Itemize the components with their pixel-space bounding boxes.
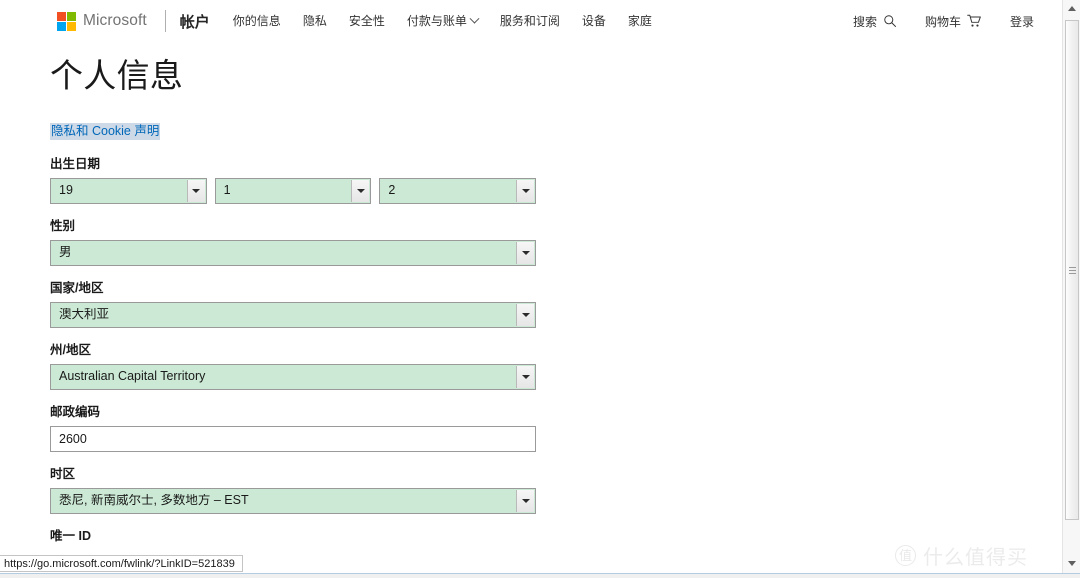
timezone-value: 悉尼, 新南威尔士, 多数地方 – EST: [59, 494, 249, 507]
timezone-select[interactable]: 悉尼, 新南威尔士, 多数地方 – EST: [50, 487, 536, 514]
nav-item-label: 家庭: [627, 14, 652, 28]
triangle-up-icon: [1067, 6, 1076, 11]
primary-nav: 帐户 你的信息 隐私 安全性 付款与账单 服务和订阅 设备 家庭: [180, 11, 663, 32]
cart-button[interactable]: 购物车: [911, 13, 996, 30]
gender-select[interactable]: 男: [50, 239, 536, 266]
triangle-down-icon: [1067, 561, 1076, 566]
gender-label: 性别: [50, 218, 76, 233]
chevron-down-icon[interactable]: [351, 179, 370, 202]
scroll-down-button[interactable]: [1063, 555, 1080, 572]
header-utility-nav: 搜索 购物车 登录: [839, 13, 1048, 30]
page-content-area: Microsoft 帐户 你的信息 隐私 安全性 付款与账单 服务和订阅 设备 …: [0, 0, 1062, 578]
nav-item-payment-billing[interactable]: 付款与账单: [396, 13, 489, 28]
nav-item-label: 隐私: [302, 14, 327, 28]
birth-day-select[interactable]: 2: [379, 177, 537, 204]
search-button[interactable]: 搜索: [839, 13, 911, 30]
nav-item-label: 安全性: [348, 14, 385, 28]
birth-month-select[interactable]: 1: [214, 177, 372, 204]
main-content: 个人信息 隐私和 Cookie 声明 出生日期 19 1 2 性别 男 国家/地…: [0, 42, 1062, 578]
microsoft-logo-icon: [57, 11, 76, 31]
chevron-down-icon[interactable]: [516, 303, 534, 326]
country-label: 国家/地区: [50, 280, 104, 295]
chevron-down-icon[interactable]: [516, 489, 534, 512]
global-header: Microsoft 帐户 你的信息 隐私 安全性 付款与账单 服务和订阅 设备 …: [0, 0, 1062, 42]
search-label: 搜索: [852, 14, 877, 29]
window-bottom-chrome: [0, 573, 1080, 578]
nav-item-family[interactable]: 家庭: [617, 15, 663, 27]
nav-item-your-info[interactable]: 你的信息: [222, 15, 292, 27]
sign-in-label: 登录: [1009, 14, 1034, 29]
birthdate-row: 19 1 2: [50, 177, 537, 204]
nav-item-label: 你的信息: [232, 14, 281, 28]
nav-item-services-subscriptions[interactable]: 服务和订阅: [489, 15, 571, 27]
nav-item-devices[interactable]: 设备: [571, 15, 617, 27]
scrollbar-thumb[interactable]: [1065, 20, 1079, 520]
state-label: 州/地区: [50, 342, 91, 357]
birth-month-value: 1: [223, 184, 231, 197]
country-value: 澳大利亚: [59, 308, 110, 321]
scroll-up-button[interactable]: [1063, 0, 1080, 17]
unique-id-label: 唯一 ID: [50, 528, 91, 543]
privacy-cookie-statement-link[interactable]: 隐私和 Cookie 声明: [50, 122, 161, 140]
birth-day-value: 2: [388, 184, 396, 197]
birthdate-label: 出生日期: [50, 156, 101, 171]
timezone-label: 时区: [50, 466, 76, 481]
chevron-down-icon[interactable]: [186, 179, 205, 202]
sign-in-button[interactable]: 登录: [996, 13, 1048, 30]
chevron-down-icon[interactable]: [516, 241, 534, 264]
browser-viewport: Microsoft 帐户 你的信息 隐私 安全性 付款与账单 服务和订阅 设备 …: [0, 0, 1080, 578]
status-bar-url: https://go.microsoft.com/fwlink/?LinkID=…: [0, 555, 243, 572]
postal-code-label: 邮政编码: [50, 404, 101, 419]
state-select[interactable]: Australian Capital Territory: [50, 363, 536, 390]
scrollbar-grip-icon: [1068, 266, 1076, 274]
nav-item-label: 服务和订阅: [499, 14, 560, 28]
state-value: Australian Capital Territory: [59, 370, 206, 383]
nav-item-label: 设备: [581, 14, 606, 28]
country-select[interactable]: 澳大利亚: [50, 301, 536, 328]
nav-item-security[interactable]: 安全性: [338, 15, 396, 27]
page-title: 个人信息: [50, 57, 184, 94]
nav-item-privacy[interactable]: 隐私: [292, 15, 338, 27]
header-divider: [164, 10, 166, 32]
birth-year-value: 19: [59, 184, 73, 197]
gender-value: 男: [59, 246, 72, 259]
nav-item-label: 付款与账单: [406, 14, 467, 28]
microsoft-logo-link[interactable]: Microsoft: [57, 11, 147, 31]
chevron-down-icon[interactable]: [516, 179, 535, 202]
vertical-scrollbar[interactable]: [1062, 0, 1080, 578]
search-icon: [884, 15, 897, 28]
chevron-down-icon[interactable]: [516, 365, 534, 388]
cart-label: 购物车: [924, 14, 961, 29]
microsoft-wordmark: Microsoft: [83, 12, 147, 29]
cart-icon: [967, 14, 981, 27]
privacy-link-row: 隐私和 Cookie 声明: [50, 120, 1062, 140]
chevron-down-icon: [469, 13, 480, 24]
postal-code-input[interactable]: [50, 425, 536, 452]
nav-brand-account[interactable]: 帐户: [180, 11, 222, 32]
birth-year-select[interactable]: 19: [50, 177, 207, 204]
